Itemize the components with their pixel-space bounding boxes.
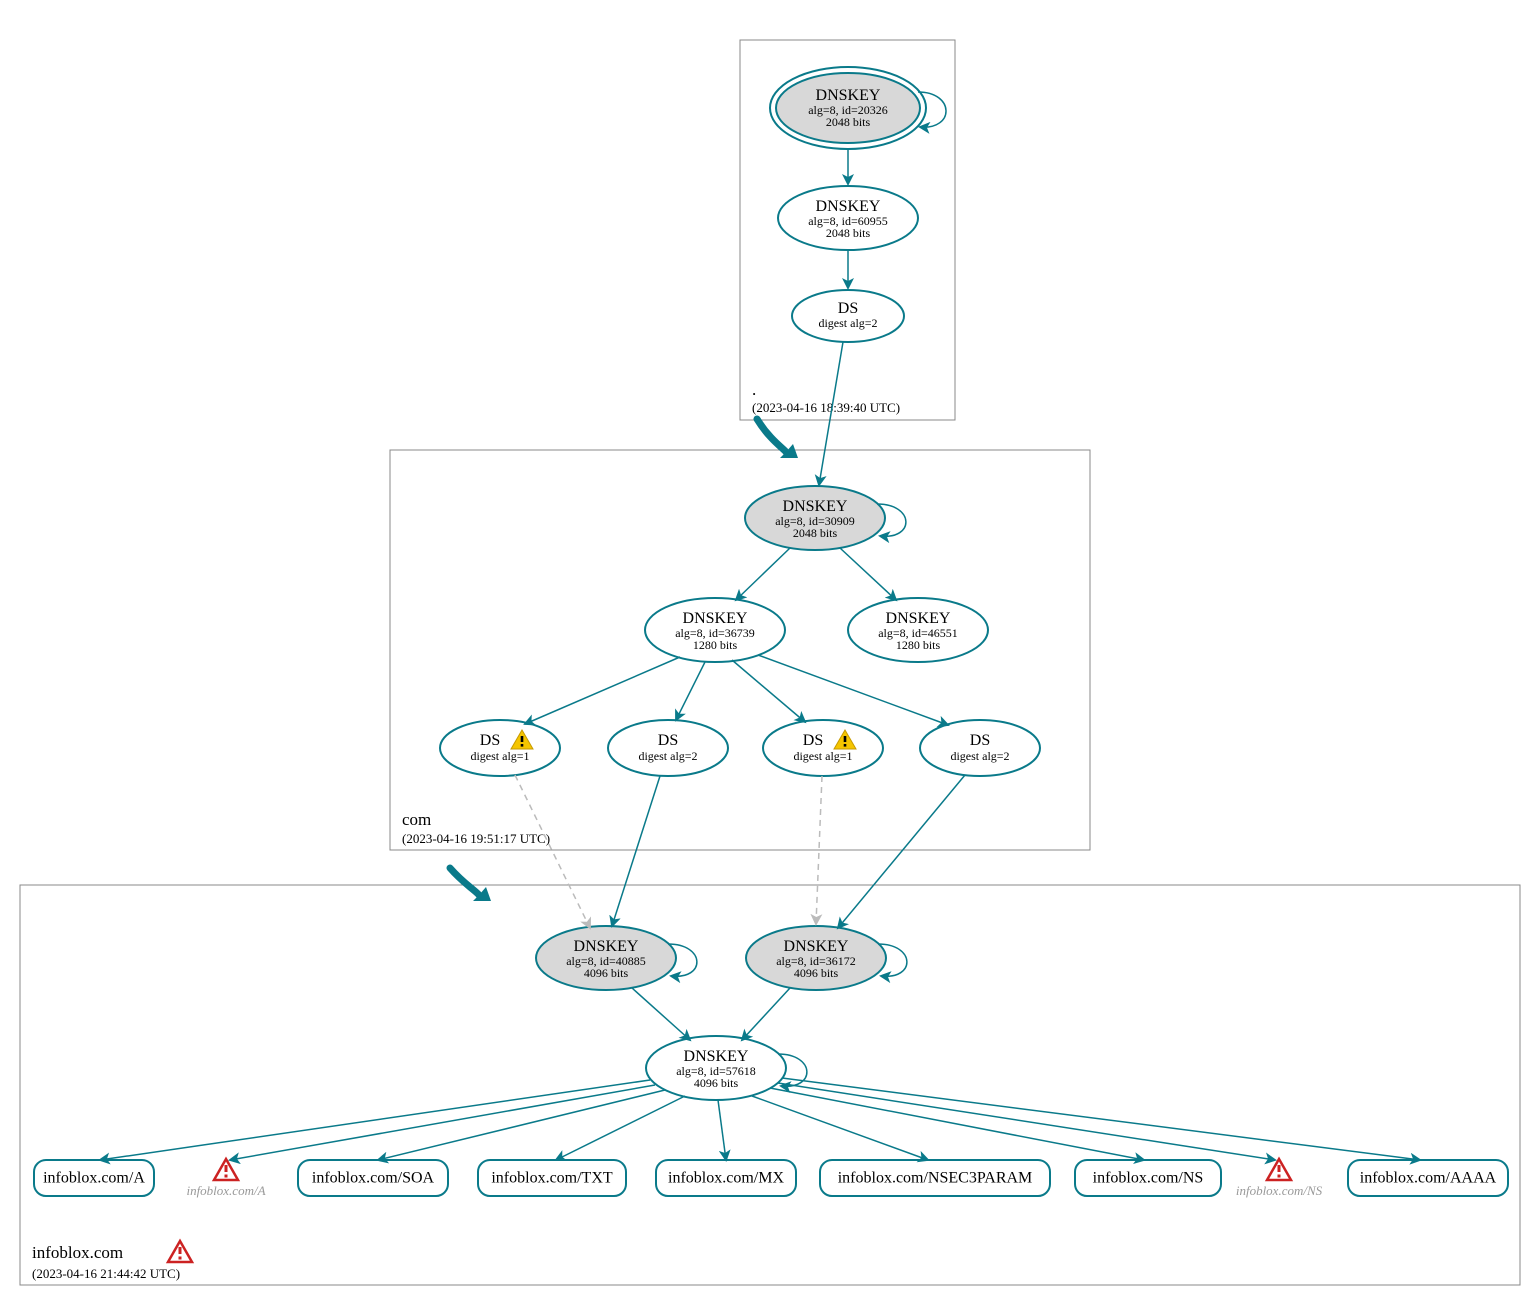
rrset-a-warn: infoblox.com/A (186, 1159, 265, 1198)
node-com-ds3: DS digest alg=1 (763, 720, 883, 776)
svg-text:infoblox.com/A: infoblox.com/A (43, 1170, 145, 1187)
edge-com-ksk-to-zsk2 (840, 548, 896, 600)
edge-zsk-soa (378, 1090, 665, 1160)
svg-text:DS: DS (803, 732, 823, 749)
node-com-zsk1: DNSKEY alg=8, id=36739 1280 bits (645, 598, 785, 662)
edge-zsk1-ds4 (758, 655, 948, 725)
svg-text:infoblox.com/AAAA: infoblox.com/AAAA (1360, 1170, 1497, 1187)
svg-text:DNSKEY: DNSKEY (574, 938, 639, 955)
node-com-ds1: DS digest alg=1 (440, 720, 560, 776)
svg-text:2048 bits: 2048 bits (793, 526, 838, 540)
rrset-soa: infoblox.com/SOA (298, 1160, 448, 1196)
svg-text:infoblox.com/A: infoblox.com/A (186, 1183, 265, 1198)
node-com-zsk2: DNSKEY alg=8, id=46551 1280 bits (848, 598, 988, 662)
edge-zsk1-ds1 (525, 657, 680, 724)
node-com-ds2: DS digest alg=2 (608, 720, 728, 776)
svg-text:DNSKEY: DNSKEY (784, 938, 849, 955)
svg-text:DNSKEY: DNSKEY (783, 498, 848, 515)
svg-text:2048 bits: 2048 bits (826, 226, 871, 240)
node-com-ksk: DNSKEY alg=8, id=30909 2048 bits (745, 486, 906, 550)
svg-text:4096 bits: 4096 bits (584, 966, 629, 980)
edge-zsk-ns (770, 1088, 1144, 1160)
edge-zsk-nsec3 (752, 1096, 928, 1160)
svg-text:DS: DS (658, 732, 678, 749)
error-icon (168, 1241, 192, 1262)
zone-label-infoblox: infoblox.com (32, 1243, 123, 1262)
edge-ds4-ibksk2 (838, 775, 965, 928)
svg-text:digest alg=2: digest alg=2 (818, 316, 877, 330)
zone-label-com: com (402, 810, 431, 829)
svg-text:DNSKEY: DNSKEY (816, 198, 881, 215)
edge-ibksk2-ibzsk (742, 988, 790, 1040)
rrset-nsec3param: infoblox.com/NSEC3PARAM (820, 1160, 1050, 1196)
svg-text:digest alg=1: digest alg=1 (470, 749, 529, 763)
rrset-txt: infoblox.com/TXT (478, 1160, 626, 1196)
svg-text:4096 bits: 4096 bits (794, 966, 839, 980)
edge-zsk-a-warn (230, 1085, 655, 1160)
error-icon (214, 1159, 238, 1180)
node-root-ksk: DNSKEY alg=8, id=20326 2048 bits (770, 67, 946, 149)
dnssec-chain-diagram: . (2023-04-16 18:39:40 UTC) DNSKEY alg=8… (0, 0, 1539, 1303)
node-root-ds: DS digest alg=2 (792, 290, 904, 342)
svg-text:DNSKEY: DNSKEY (886, 610, 951, 627)
edge-ds2-ibksk1 (612, 776, 660, 926)
svg-text:infoblox.com/SOA: infoblox.com/SOA (312, 1170, 435, 1187)
svg-text:1280 bits: 1280 bits (896, 638, 941, 652)
svg-text:digest alg=1: digest alg=1 (793, 749, 852, 763)
svg-text:DS: DS (970, 732, 990, 749)
zone-timestamp-com: (2023-04-16 19:51:17 UTC) (402, 831, 550, 846)
node-ib-ksk2: DNSKEY alg=8, id=36172 4096 bits (746, 926, 907, 990)
delegation-arrow-com-to-infoblox (450, 868, 479, 895)
node-com-ds4: DS digest alg=2 (920, 720, 1040, 776)
rrset-mx: infoblox.com/MX (656, 1160, 796, 1196)
zone-timestamp-root: (2023-04-16 18:39:40 UTC) (752, 400, 900, 415)
zone-timestamp-infoblox: (2023-04-16 21:44:42 UTC) (32, 1266, 180, 1281)
edge-ibksk1-ibzsk (632, 988, 690, 1040)
svg-text:infoblox.com/TXT: infoblox.com/TXT (491, 1170, 613, 1187)
svg-text:infoblox.com/NS: infoblox.com/NS (1236, 1183, 1323, 1198)
svg-text:1280 bits: 1280 bits (693, 638, 738, 652)
svg-text:DS: DS (480, 732, 500, 749)
edge-zsk-aaaa (782, 1078, 1420, 1160)
svg-text:2048 bits: 2048 bits (826, 115, 871, 129)
svg-text:4096 bits: 4096 bits (694, 1076, 739, 1090)
svg-text:infoblox.com/NSEC3PARAM: infoblox.com/NSEC3PARAM (838, 1170, 1033, 1187)
rrset-ns: infoblox.com/NS (1075, 1160, 1221, 1196)
edge-zsk1-ds3 (732, 660, 805, 722)
edge-zsk-ns-warn (778, 1083, 1275, 1160)
rrset-a: infoblox.com/A (34, 1160, 154, 1196)
zone-label-root: . (752, 380, 756, 399)
svg-text:DNSKEY: DNSKEY (684, 1048, 749, 1065)
delegation-arrow-root-to-com (757, 419, 786, 452)
edge-zsk-txt (556, 1096, 685, 1160)
rrset-ns-warn: infoblox.com/NS (1236, 1159, 1323, 1198)
svg-text:DNSKEY: DNSKEY (816, 87, 881, 104)
svg-text:infoblox.com/MX: infoblox.com/MX (668, 1170, 784, 1187)
edge-zsk-a (100, 1080, 650, 1160)
edge-com-ksk-to-zsk1 (736, 548, 790, 600)
svg-text:digest alg=2: digest alg=2 (950, 749, 1009, 763)
svg-text:digest alg=2: digest alg=2 (638, 749, 697, 763)
rrset-aaaa: infoblox.com/AAAA (1348, 1160, 1508, 1196)
edge-zsk1-ds2 (676, 662, 705, 720)
svg-text:DS: DS (838, 300, 858, 317)
node-ib-ksk1: DNSKEY alg=8, id=40885 4096 bits (536, 926, 697, 990)
edge-zsk-mx (718, 1100, 726, 1160)
svg-text:infoblox.com/NS: infoblox.com/NS (1093, 1170, 1204, 1187)
edge-ds1-ibksk1 (515, 775, 590, 928)
svg-text:DNSKEY: DNSKEY (683, 610, 748, 627)
error-icon (1267, 1159, 1291, 1180)
node-root-zsk: DNSKEY alg=8, id=60955 2048 bits (778, 186, 918, 250)
